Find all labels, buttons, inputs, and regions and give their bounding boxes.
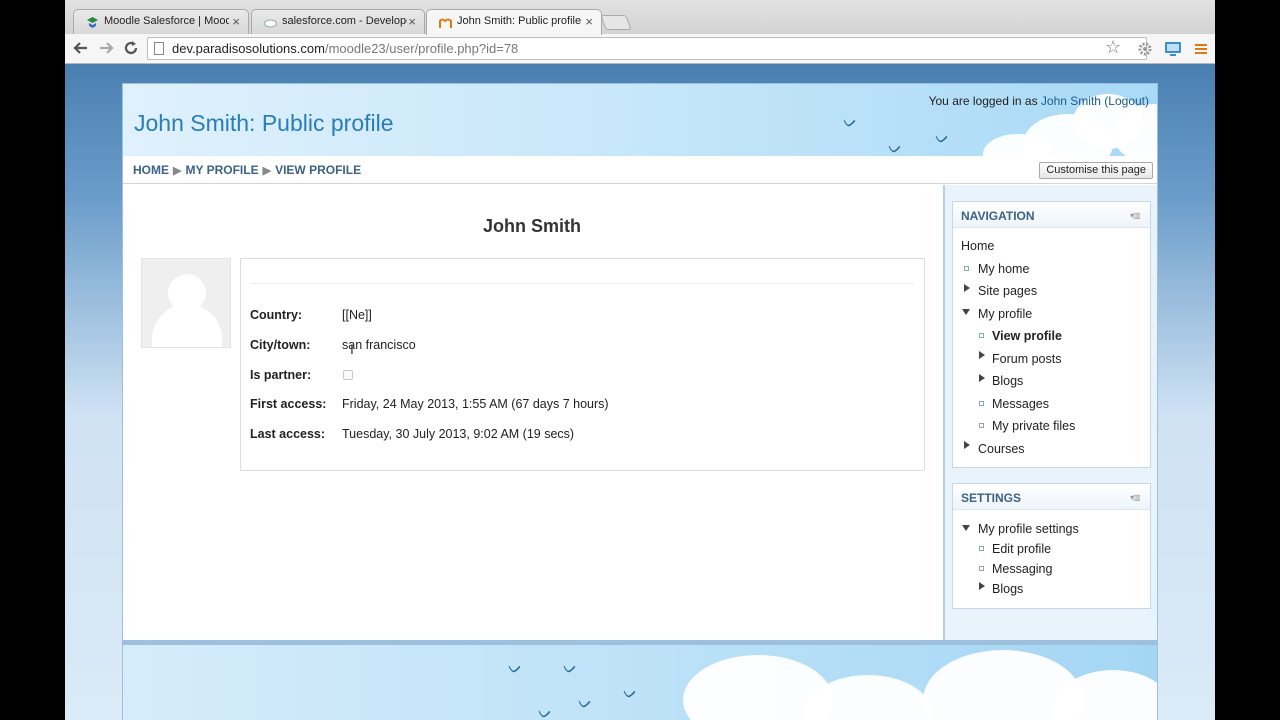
profile-details: Country: [[Ne]] City/town: san francisco…: [240, 258, 925, 471]
bullet-icon: [979, 333, 984, 338]
bullet-icon: [979, 566, 984, 571]
text-cursor-icon: I: [350, 341, 354, 357]
tab-salesforce[interactable]: salesforce.com - Develope ×: [251, 9, 425, 34]
cloud-icon: [264, 19, 277, 28]
settings-my-profile-settings[interactable]: My profile settings: [978, 522, 1079, 536]
collapse-arrow-icon[interactable]: [962, 309, 970, 315]
block-dock-icon[interactable]: ▾▥: [1130, 211, 1144, 220]
settings-messaging[interactable]: Messaging: [992, 562, 1052, 576]
settings-block: SETTINGS ▾▥ My profile settings Edit pro…: [952, 483, 1151, 609]
navigation-block: NAVIGATION ▾▥ Home My home Site pages My…: [952, 201, 1151, 468]
collapse-arrow-icon[interactable]: [962, 525, 970, 531]
gear-icon[interactable]: [1136, 40, 1154, 58]
expand-arrow-icon[interactable]: [964, 441, 970, 449]
nav-blogs[interactable]: Blogs: [992, 374, 1023, 388]
nav-my-home[interactable]: My home: [978, 262, 1029, 276]
address-bar[interactable]: dev.paradisosolutions.com/moodle23/user/…: [147, 37, 1147, 60]
nav-site-pages[interactable]: Site pages: [978, 284, 1037, 298]
nav-my-profile[interactable]: My profile: [978, 307, 1032, 321]
is-partner-checkbox[interactable]: [343, 370, 353, 380]
browser-toolbar: dev.paradisosolutions.com/moodle23/user/…: [65, 34, 1215, 64]
breadcrumb-separator: ▶: [262, 165, 272, 177]
expand-arrow-icon[interactable]: [979, 351, 985, 359]
block-header: NAVIGATION ▾▥: [953, 202, 1150, 228]
page-footer: ᨆ ᨆ ᨆ ᨆ ᨆ: [123, 640, 1157, 720]
tab-moodle-salesforce[interactable]: Moodle Salesforce | Mood ×: [73, 9, 249, 34]
breadcrumb: HOME ▶ MY PROFILE ▶ VIEW PROFILE: [133, 163, 361, 177]
login-info: You are logged in as John Smith (Logout): [928, 94, 1149, 108]
bookmark-star-icon[interactable]: ☆: [1105, 37, 1121, 58]
close-tab-icon[interactable]: ×: [232, 14, 240, 29]
moodle-icon: [87, 17, 98, 28]
browser-window: Moodle Salesforce | Mood × salesforce.co…: [65, 0, 1215, 720]
page-icon: [154, 42, 164, 55]
nav-courses[interactable]: Courses: [978, 442, 1025, 456]
main-content: John Smith Country: [[Ne]] City/town: sa…: [123, 185, 943, 640]
page-header: ᨆ ᨆ ᨆ John Smith: Public profile You are…: [123, 84, 1157, 156]
moodle-page: ᨆ ᨆ ᨆ John Smith: Public profile You are…: [122, 83, 1158, 720]
breadcrumb-my-profile[interactable]: MY PROFILE: [185, 163, 258, 177]
customise-page-button[interactable]: Customise this page: [1039, 162, 1153, 179]
bird-decoration: ᨆ: [888, 140, 903, 156]
nav-my-private-files[interactable]: My private files: [992, 419, 1075, 433]
back-arrow-icon[interactable]: [71, 40, 91, 56]
bird-decoration: ᨆ: [563, 660, 578, 677]
expand-arrow-icon[interactable]: [964, 284, 970, 292]
bird-decoration: ᨆ: [935, 130, 950, 147]
bird-decoration: ᨆ: [843, 114, 858, 131]
reload-icon[interactable]: [121, 40, 141, 56]
side-column: NAVIGATION ▾▥ Home My home Site pages My…: [943, 185, 1157, 640]
screen-share-icon[interactable]: [1164, 40, 1182, 58]
bullet-icon: [979, 546, 984, 551]
breadcrumb-view-profile[interactable]: VIEW PROFILE: [275, 163, 361, 177]
bird-decoration: ᨆ: [508, 660, 523, 677]
tab-john-smith-profile[interactable]: John Smith: Public profile ×: [426, 9, 602, 35]
breadcrumb-separator: ▶: [173, 165, 182, 177]
page-title: John Smith: Public profile: [134, 110, 394, 136]
breadcrumb-home[interactable]: HOME: [133, 163, 169, 177]
nav-messages[interactable]: Messages: [992, 397, 1049, 411]
nav-forum-posts[interactable]: Forum posts: [992, 352, 1061, 366]
settings-edit-profile[interactable]: Edit profile: [992, 542, 1051, 556]
user-avatar: [141, 258, 231, 348]
expand-arrow-icon[interactable]: [979, 582, 985, 590]
new-tab-button[interactable]: [600, 15, 632, 30]
navbar: HOME ▶ MY PROFILE ▶ VIEW PROFILE Customise t…: [123, 156, 1157, 184]
block-header: SETTINGS ▾▥: [953, 484, 1150, 510]
expand-arrow-icon[interactable]: [979, 374, 985, 382]
nav-view-profile[interactable]: View profile: [992, 329, 1062, 343]
close-tab-icon[interactable]: ×: [408, 14, 416, 29]
nav-home[interactable]: Home: [961, 239, 994, 253]
user-link[interactable]: John Smith: [1041, 94, 1101, 108]
bird-decoration: ᨆ: [538, 705, 553, 720]
bullet-icon: [979, 423, 984, 428]
forward-arrow-icon[interactable]: [96, 40, 116, 56]
menu-icon[interactable]: [1192, 40, 1210, 58]
tab-strip: Moodle Salesforce | Mood × salesforce.co…: [65, 0, 1215, 35]
bird-decoration: ᨆ: [623, 685, 638, 702]
divider: [251, 283, 914, 284]
bullet-icon: [979, 401, 984, 406]
moodle-m-icon: [439, 18, 452, 28]
bird-decoration: ᨆ: [578, 695, 593, 712]
block-dock-icon[interactable]: ▾▥: [1130, 493, 1144, 502]
settings-blogs[interactable]: Blogs: [992, 582, 1023, 596]
logout-link[interactable]: (Logout): [1104, 94, 1149, 108]
bullet-icon: [964, 266, 969, 271]
user-fullname-heading: John Smith: [483, 216, 581, 236]
close-tab-icon[interactable]: ×: [585, 14, 593, 29]
